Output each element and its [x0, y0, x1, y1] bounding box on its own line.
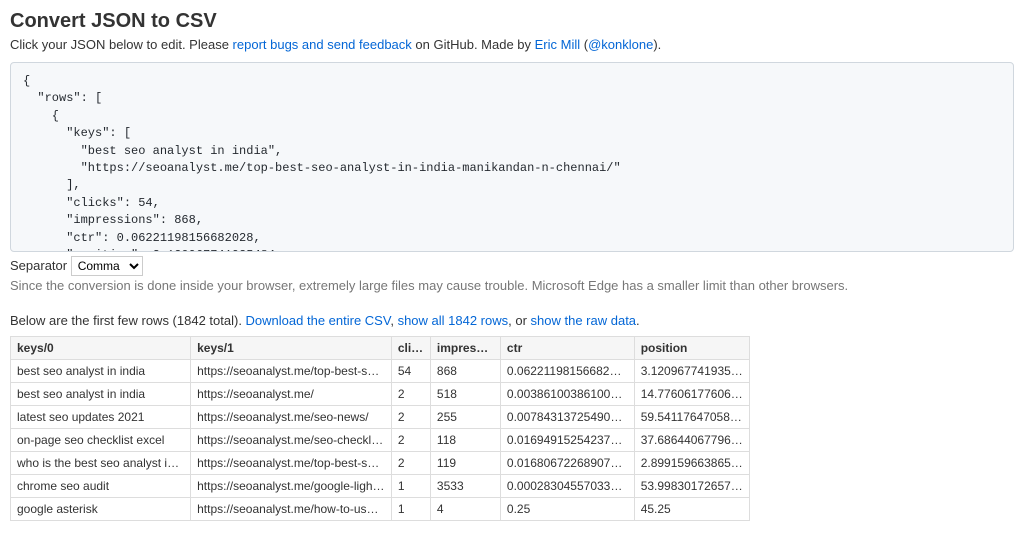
rows-caption-text: . — [636, 313, 640, 328]
table-row: best seo analyst in indiahttps://seoanal… — [11, 383, 750, 406]
separator-label: Separator — [10, 258, 67, 273]
table-cell: chrome seo audit — [11, 475, 191, 498]
column-header: ctr — [500, 337, 634, 360]
table-cell: 1 — [391, 498, 430, 521]
table-cell: https://seoanalyst.me/seo-checklist-… — [191, 429, 392, 452]
separator-row: Separator Comma — [10, 256, 1014, 276]
disclaimer-text: Since the conversion is done inside your… — [10, 278, 1014, 293]
csv-preview-table: keys/0 keys/1 clicks impressions ctr pos… — [10, 336, 750, 521]
table-cell: 3533 — [430, 475, 500, 498]
table-cell: 0.00784313725490196 — [500, 406, 634, 429]
table-cell: google asterisk — [11, 498, 191, 521]
page-subtitle: Click your JSON below to edit. Please re… — [10, 37, 1014, 52]
table-cell: 0.25 — [500, 498, 634, 521]
table-cell: 0.003861003861003861 — [500, 383, 634, 406]
column-header: clicks — [391, 337, 430, 360]
table-row: chrome seo audithttps://seoanalyst.me/go… — [11, 475, 750, 498]
column-header: keys/0 — [11, 337, 191, 360]
table-cell: on-page seo checklist excel — [11, 429, 191, 452]
rows-caption-text: , — [390, 313, 397, 328]
rows-caption: Below are the first few rows (1842 total… — [10, 313, 1014, 328]
table-cell: https://seoanalyst.me/seo-news/ — [191, 406, 392, 429]
table-cell: 45.25 — [634, 498, 749, 521]
table-cell: best seo analyst in india — [11, 383, 191, 406]
subtitle-text: ( — [580, 37, 588, 52]
subtitle-text: on GitHub. Made by — [412, 37, 535, 52]
table-cell: 0.0002830455703368242 — [500, 475, 634, 498]
rows-caption-text: , or — [508, 313, 530, 328]
table-cell: 868 — [430, 360, 500, 383]
table-cell: 0.01680672268907563 — [500, 452, 634, 475]
subtitle-text: ). — [653, 37, 661, 52]
separator-select[interactable]: Comma — [71, 256, 143, 276]
table-cell: 0.01694915254237288 — [500, 429, 634, 452]
table-cell: https://seoanalyst.me/ — [191, 383, 392, 406]
author-link[interactable]: Eric Mill — [535, 37, 581, 52]
table-cell: 2 — [391, 383, 430, 406]
table-cell: 3.120967741935484 — [634, 360, 749, 383]
table-row: who is the best seo analyst in indiahttp… — [11, 452, 750, 475]
table-cell: 53.99830172657798 — [634, 475, 749, 498]
table-cell: who is the best seo analyst in india — [11, 452, 191, 475]
table-cell: 14.776061776061775 — [634, 383, 749, 406]
table-cell: 1 — [391, 475, 430, 498]
show-raw-data-link[interactable]: show the raw data — [531, 313, 637, 328]
subtitle-text: Click your JSON below to edit. Please — [10, 37, 233, 52]
column-header: keys/1 — [191, 337, 392, 360]
column-header: position — [634, 337, 749, 360]
table-cell: https://seoanalyst.me/top-best-seo-a… — [191, 452, 392, 475]
table-cell: 2 — [391, 406, 430, 429]
handle-link[interactable]: @konklone — [588, 37, 653, 52]
show-all-rows-link[interactable]: show all 1842 rows — [398, 313, 509, 328]
table-cell: 2 — [391, 452, 430, 475]
table-cell: 2 — [391, 429, 430, 452]
table-header-row: keys/0 keys/1 clicks impressions ctr pos… — [11, 337, 750, 360]
table-cell: https://seoanalyst.me/how-to-use-re… — [191, 498, 392, 521]
table-cell: 119 — [430, 452, 500, 475]
report-bugs-link[interactable]: report bugs and send feedback — [233, 37, 412, 52]
table-cell: 4 — [430, 498, 500, 521]
table-cell: latest seo updates 2021 — [11, 406, 191, 429]
table-cell: 59.54117647058823 — [634, 406, 749, 429]
table-cell: best seo analyst in india — [11, 360, 191, 383]
table-row: on-page seo checklist excelhttps://seoan… — [11, 429, 750, 452]
page-title: Convert JSON to CSV — [10, 10, 1014, 33]
table-cell: 2.899159663865546 — [634, 452, 749, 475]
table-row: latest seo updates 2021https://seoanalys… — [11, 406, 750, 429]
table-cell: https://seoanalyst.me/google-lightho… — [191, 475, 392, 498]
table-row: best seo analyst in indiahttps://seoanal… — [11, 360, 750, 383]
rows-caption-text: Below are the first few rows (1842 total… — [10, 313, 246, 328]
table-cell: 37.686440677966104 — [634, 429, 749, 452]
table-cell: 518 — [430, 383, 500, 406]
table-cell: 255 — [430, 406, 500, 429]
table-row: google asteriskhttps://seoanalyst.me/how… — [11, 498, 750, 521]
table-cell: 54 — [391, 360, 430, 383]
download-csv-link[interactable]: Download the entire CSV — [246, 313, 391, 328]
table-cell: 0.06221198156682028 — [500, 360, 634, 383]
table-cell: https://seoanalyst.me/top-best-seo-a… — [191, 360, 392, 383]
json-editor[interactable]: { "rows": [ { "keys": [ "best seo analys… — [10, 62, 1014, 252]
table-cell: 118 — [430, 429, 500, 452]
column-header: impressions — [430, 337, 500, 360]
